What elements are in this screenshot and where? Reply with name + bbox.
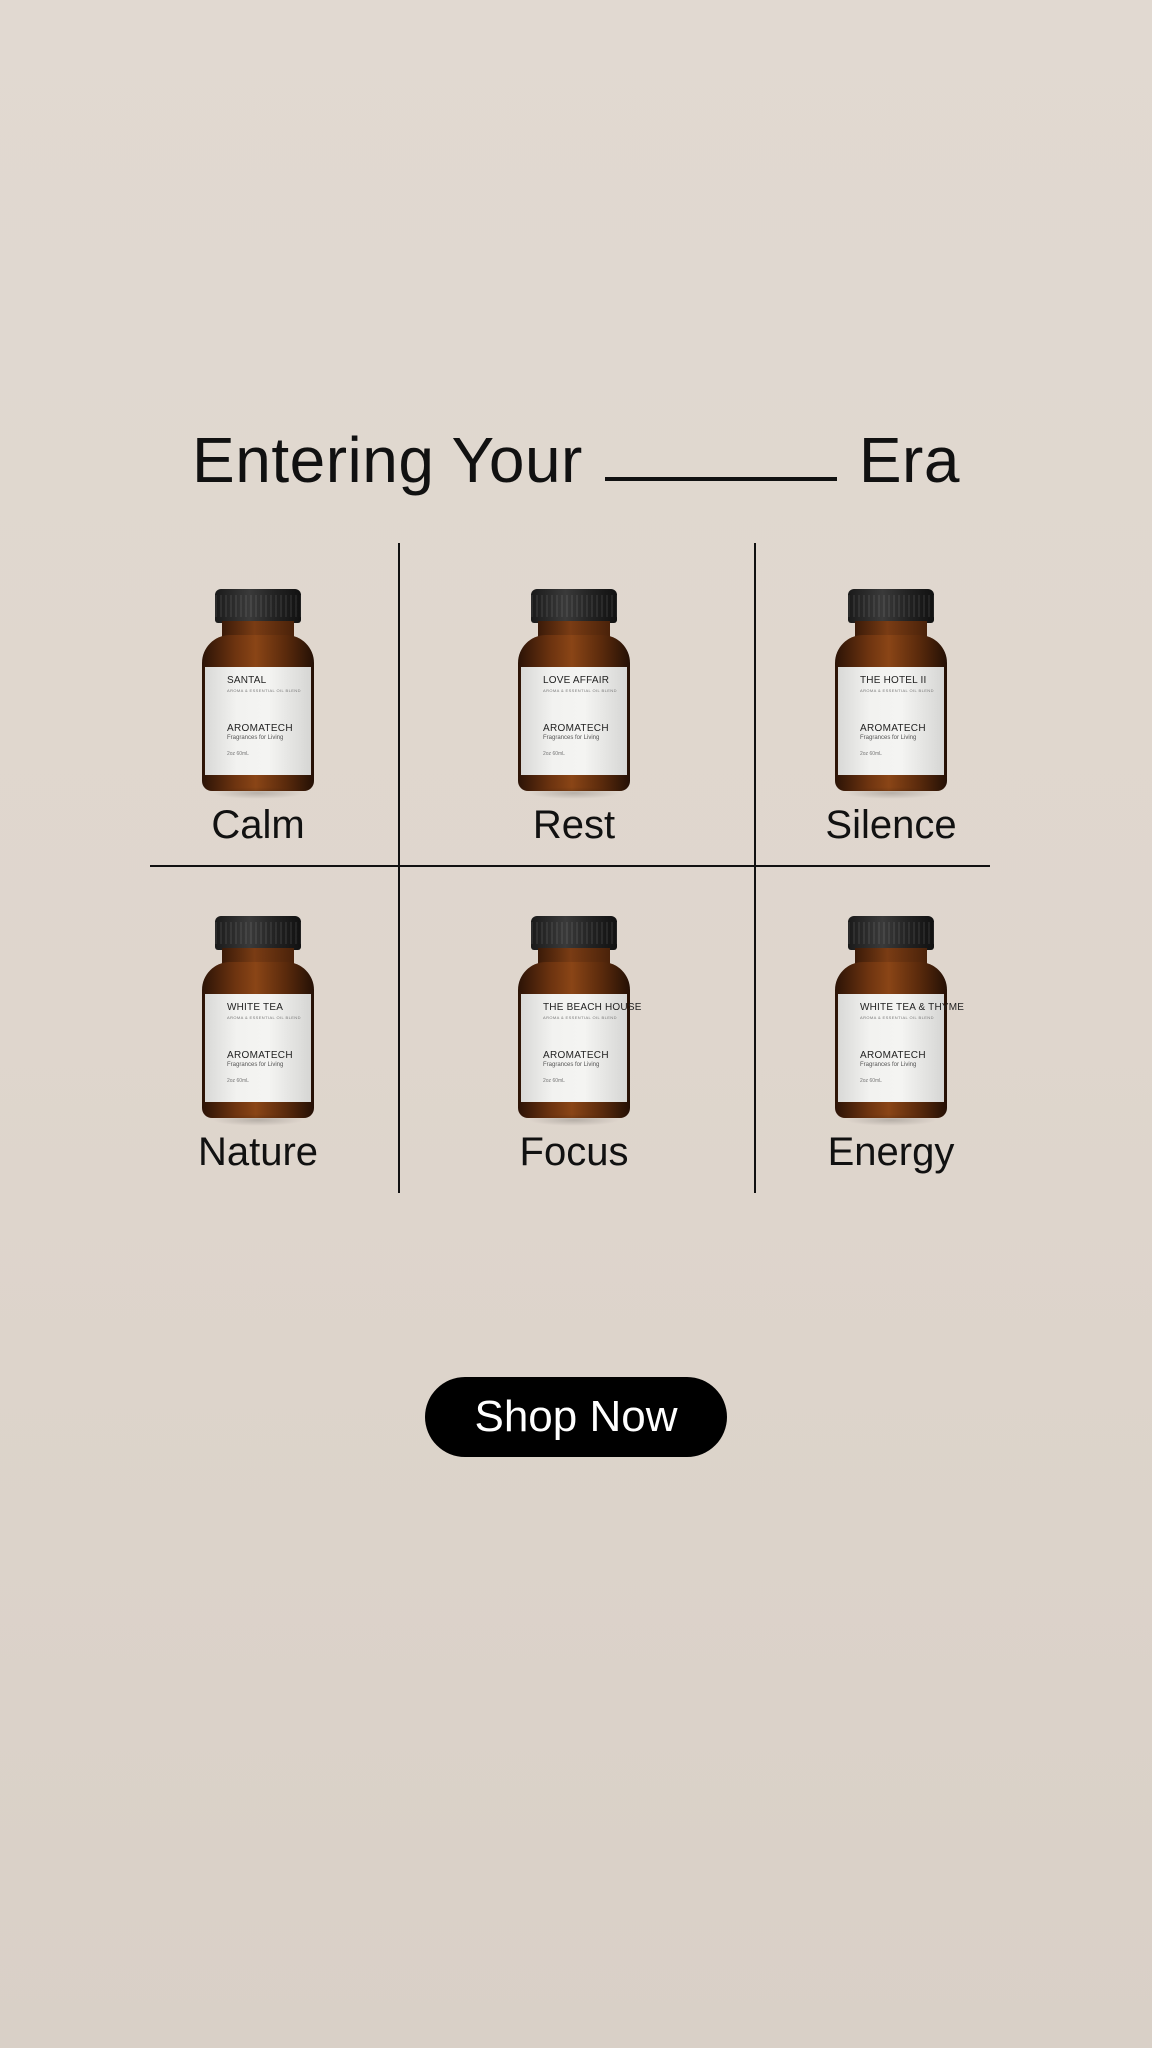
product-bottle-image: WHITE TEA AROMA & ESSENTIAL OIL BLEND AR… — [202, 916, 314, 1126]
product-card-energy[interactable]: WHITE TEA & THYME AROMA & ESSENTIAL OIL … — [731, 916, 1051, 1176]
bottle-tagline: AROMA & ESSENTIAL OIL BLEND — [860, 688, 934, 693]
product-bottle-image: THE HOTEL II AROMA & ESSENTIAL OIL BLEND… — [835, 589, 947, 799]
bottle-size: 2oz 60mL — [227, 1078, 249, 1084]
product-card-silence[interactable]: THE HOTEL II AROMA & ESSENTIAL OIL BLEND… — [731, 589, 1051, 849]
headline-prefix: Entering Your — [192, 423, 583, 496]
bottle-brand-sub: Fragrances for Living — [860, 1062, 917, 1068]
bottle-brand: AROMATECH — [543, 723, 609, 734]
bottle-brand: AROMATECH — [860, 723, 926, 734]
bottle-label: SANTAL AROMA & ESSENTIAL OIL BLEND AROMA… — [205, 667, 311, 775]
bottle-size: 2oz 60mL — [543, 751, 565, 757]
headline-blank-line — [604, 476, 837, 481]
bottle-tagline: AROMA & ESSENTIAL OIL BLEND — [543, 688, 617, 693]
product-grid: SANTAL AROMA & ESSENTIAL OIL BLEND AROMA… — [150, 543, 990, 1193]
bottle-brand: AROMATECH — [543, 1050, 609, 1061]
product-bottle-image: LOVE AFFAIR AROMA & ESSENTIAL OIL BLEND … — [518, 589, 630, 799]
shop-now-button[interactable]: Shop Now — [425, 1377, 727, 1457]
bottle-tagline: AROMA & ESSENTIAL OIL BLEND — [543, 1015, 617, 1020]
bottle-product-name: WHITE TEA & THYME — [860, 1002, 965, 1013]
bottle-product-name: THE HOTEL II — [860, 675, 927, 686]
bottle-brand-sub: Fragrances for Living — [860, 735, 917, 741]
bottle-size: 2oz 60mL — [860, 751, 882, 757]
product-bottle-image: THE BEACH HOUSE AROMA & ESSENTIAL OIL BL… — [518, 916, 642, 1126]
bottle-label: LOVE AFFAIR AROMA & ESSENTIAL OIL BLEND … — [521, 667, 627, 775]
mood-label: Nature — [197, 1130, 319, 1174]
bottle-label: WHITE TEA AROMA & ESSENTIAL OIL BLEND AR… — [205, 994, 311, 1102]
headline-suffix: Era — [858, 423, 960, 496]
product-card-nature[interactable]: WHITE TEA AROMA & ESSENTIAL OIL BLEND AR… — [98, 916, 418, 1176]
bottle-size: 2oz 60mL — [860, 1078, 882, 1084]
bottle-label: WHITE TEA & THYME AROMA & ESSENTIAL OIL … — [838, 994, 965, 1102]
mood-label: Silence — [825, 803, 957, 847]
bottle-brand: AROMATECH — [227, 1050, 293, 1061]
bottle-brand-sub: Fragrances for Living — [227, 735, 284, 741]
bottle-label: THE HOTEL II AROMA & ESSENTIAL OIL BLEND… — [838, 667, 944, 775]
bottle-tagline: AROMA & ESSENTIAL OIL BLEND — [227, 688, 301, 693]
bottle-tagline: AROMA & ESSENTIAL OIL BLEND — [227, 1015, 301, 1020]
product-card-rest[interactable]: LOVE AFFAIR AROMA & ESSENTIAL OIL BLEND … — [414, 589, 734, 849]
bottle-brand-sub: Fragrances for Living — [543, 735, 600, 741]
mood-label: Energy — [827, 1130, 955, 1174]
bottle-label: THE BEACH HOUSE AROMA & ESSENTIAL OIL BL… — [521, 994, 642, 1102]
mood-label: Focus — [519, 1130, 629, 1174]
mood-label: Calm — [211, 803, 305, 847]
product-bottle-image: WHITE TEA & THYME AROMA & ESSENTIAL OIL … — [835, 916, 965, 1126]
grid-divider-horizontal — [150, 865, 990, 867]
bottle-product-name: LOVE AFFAIR — [543, 675, 610, 686]
bottle-product-name: WHITE TEA — [227, 1002, 284, 1013]
bottle-tagline: AROMA & ESSENTIAL OIL BLEND — [860, 1015, 934, 1020]
bottle-product-name: SANTAL — [227, 675, 267, 686]
headline: Entering Your Era — [0, 423, 1152, 497]
product-bottle-image: SANTAL AROMA & ESSENTIAL OIL BLEND AROMA… — [202, 589, 314, 799]
product-card-calm[interactable]: SANTAL AROMA & ESSENTIAL OIL BLEND AROMA… — [98, 589, 418, 849]
bottle-size: 2oz 60mL — [543, 1078, 565, 1084]
bottle-brand-sub: Fragrances for Living — [227, 1062, 284, 1068]
mood-label: Rest — [532, 803, 616, 847]
bottle-product-name: THE BEACH HOUSE — [543, 1002, 642, 1013]
product-card-focus[interactable]: THE BEACH HOUSE AROMA & ESSENTIAL OIL BL… — [414, 916, 734, 1176]
bottle-brand: AROMATECH — [860, 1050, 926, 1061]
bottle-size: 2oz 60mL — [227, 751, 249, 757]
bottle-brand-sub: Fragrances for Living — [543, 1062, 600, 1068]
bottle-brand: AROMATECH — [227, 723, 293, 734]
